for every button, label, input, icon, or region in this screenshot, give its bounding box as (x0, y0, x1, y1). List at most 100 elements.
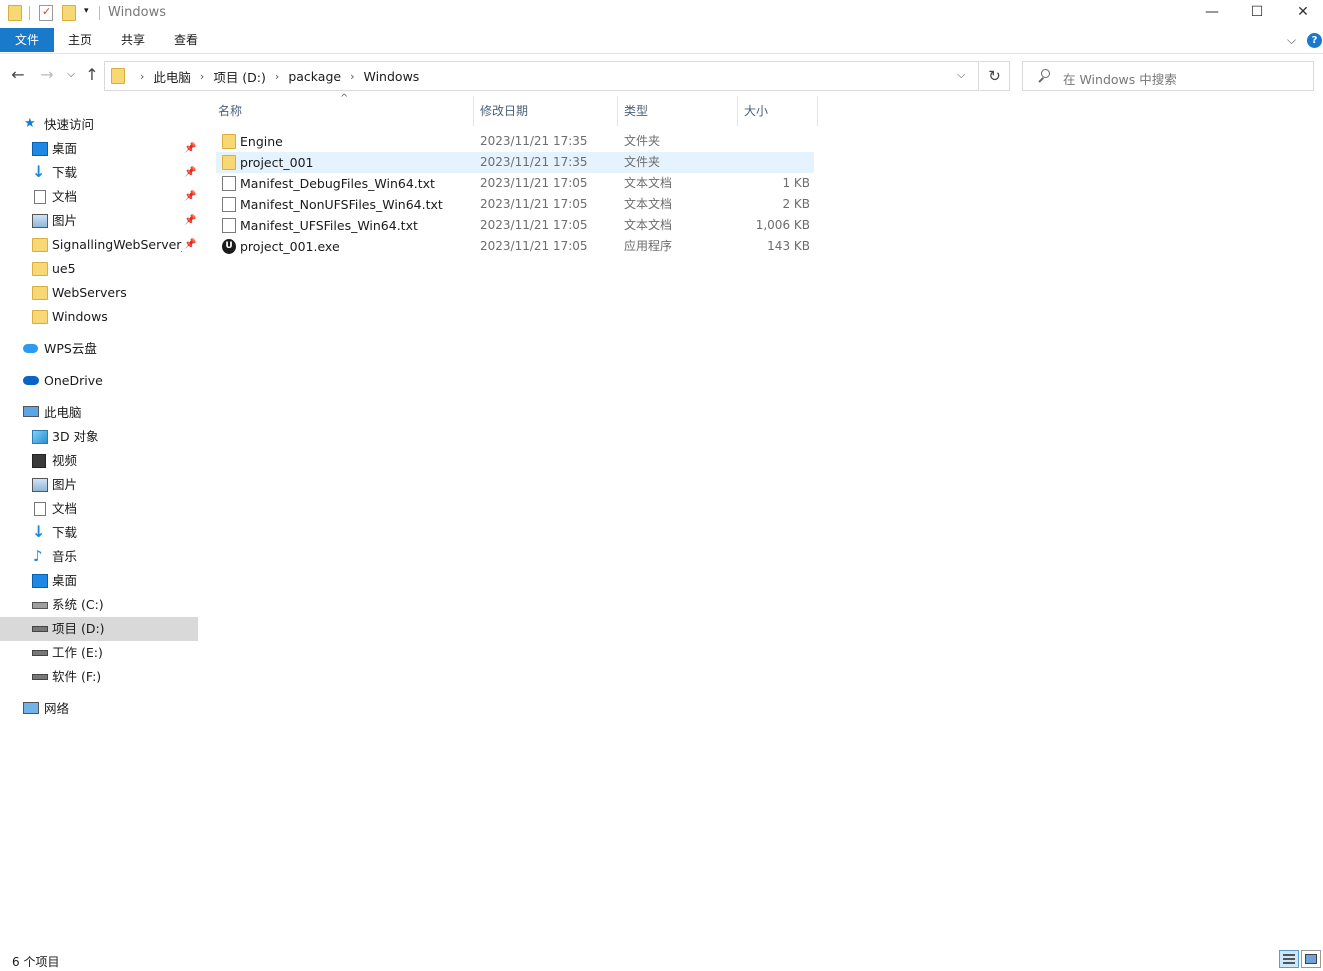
large-icons-view-button[interactable] (1301, 950, 1321, 968)
chevron-right-icon[interactable]: › (275, 70, 279, 83)
star-icon: ★ (24, 116, 36, 131)
help-icon[interactable]: ? (1307, 33, 1322, 48)
file-row[interactable]: Manifest_UFSFiles_Win64.txt 2023/11/21 1… (216, 215, 814, 236)
nav-quick-access[interactable]: ★ 快速访问 (0, 113, 198, 137)
close-button[interactable]: ✕ (1280, 0, 1323, 26)
nav-quick-pictures[interactable]: 图片 📌 (0, 209, 198, 233)
back-button[interactable]: ← (8, 64, 28, 86)
nav-drive-e[interactable]: 工作 (E:) (0, 641, 198, 665)
file-modified: 2023/11/21 17:05 (480, 197, 588, 211)
nav-quick-signalling[interactable]: SignallingWebServer_0 📌 (0, 233, 198, 257)
nav-quick-documents[interactable]: 文档 📌 (0, 185, 198, 209)
nav-quick-windows[interactable]: Windows (0, 305, 198, 329)
tab-share[interactable]: 共享 (121, 28, 145, 52)
file-type: 文本文档 (624, 176, 673, 190)
nav-videos[interactable]: 视频 (0, 449, 198, 473)
nav-network[interactable]: 网络 (0, 697, 198, 721)
pin-icon[interactable]: 📌 (184, 185, 196, 209)
nav-quick-downloads[interactable]: ↓ 下载 📌 (0, 161, 198, 185)
details-view-button[interactable] (1279, 950, 1299, 968)
address-dropdown-button[interactable]: ⌵ (957, 68, 965, 82)
file-row[interactable]: Engine 2023/11/21 17:35 文件夹 (216, 131, 814, 152)
nav-label: 下载 (52, 165, 78, 180)
nav-label: SignallingWebServer_0 (52, 237, 182, 252)
nav-quick-webservers[interactable]: WebServers (0, 281, 198, 305)
tab-home[interactable]: 主页 (68, 28, 92, 52)
pin-icon[interactable]: 📌 (184, 209, 196, 233)
search-box[interactable]: 在 Windows 中搜索 (1022, 61, 1314, 91)
nav-wps-cloud[interactable]: WPS云盘 (0, 337, 198, 361)
download-icon: ↓ (32, 522, 46, 541)
network-icon (23, 702, 39, 714)
forward-button[interactable]: → (37, 64, 57, 86)
customize-toolbar-icon[interactable]: ▾ (84, 6, 89, 16)
unreal-exe-icon: U (222, 239, 236, 254)
column-header-name[interactable]: 名称 (210, 96, 474, 126)
nav-desktop[interactable]: 桌面 (0, 569, 198, 593)
up-button[interactable]: ↑ (82, 64, 102, 86)
pin-icon[interactable]: 📌 (184, 161, 196, 185)
file-row[interactable]: Manifest_NonUFSFiles_Win64.txt 2023/11/2… (216, 194, 814, 215)
file-name: project_001.exe (240, 239, 340, 254)
desktop-icon (32, 142, 48, 156)
nav-this-pc[interactable]: 此电脑 (0, 401, 198, 425)
file-modified: 2023/11/21 17:05 (480, 176, 588, 190)
maximize-button[interactable]: ☐ (1234, 0, 1280, 26)
search-placeholder: 在 Windows 中搜索 (1063, 72, 1177, 87)
nav-downloads[interactable]: ↓ 下载 (0, 521, 198, 545)
nav-quick-ue5[interactable]: ue5 (0, 257, 198, 281)
nav-onedrive[interactable]: OneDrive (0, 369, 198, 393)
column-header-modified[interactable]: 修改日期 (472, 96, 618, 126)
properties-icon[interactable]: ✓ (39, 5, 53, 21)
recent-locations-button[interactable]: ⌵ (61, 64, 81, 86)
nav-label: 快速访问 (44, 117, 95, 132)
tab-view[interactable]: 查看 (174, 28, 198, 52)
file-size: 1 KB (782, 176, 810, 190)
nav-pictures[interactable]: 图片 (0, 473, 198, 497)
nav-label: 文档 (52, 501, 78, 516)
file-row[interactable]: Manifest_DebugFiles_Win64.txt 2023/11/21… (216, 173, 814, 194)
title-bar: ✓ ▾ Windows — ☐ ✕ (0, 0, 1323, 28)
drive-icon (32, 626, 48, 632)
nav-drive-d[interactable]: 项目 (D:) (0, 617, 198, 641)
minimize-button[interactable]: — (1189, 0, 1235, 26)
chevron-right-icon[interactable]: › (350, 70, 354, 83)
item-count: 6 个项目 (12, 955, 60, 969)
file-row[interactable]: U project_001.exe 2023/11/21 17:05 应用程序 … (216, 236, 814, 257)
nav-drive-c[interactable]: 系统 (C:) (0, 593, 198, 617)
system-drive-icon (32, 602, 48, 609)
chevron-right-icon[interactable]: › (200, 70, 204, 83)
folder-icon (32, 262, 48, 276)
nav-quick-desktop[interactable]: 桌面 📌 (0, 137, 198, 161)
video-icon (32, 454, 46, 468)
nav-drive-f[interactable]: 软件 (F:) (0, 665, 198, 689)
ribbon-tabs: 文件 主页 共享 查看 ⌵ ? (0, 28, 1323, 54)
chevron-right-icon[interactable]: › (140, 70, 144, 83)
nav-3d-objects[interactable]: 3D 对象 (0, 425, 198, 449)
crumb-drive-d[interactable]: 项目 (D:) (213, 67, 266, 86)
file-row[interactable]: project_001 2023/11/21 17:35 文件夹 (216, 152, 814, 173)
expand-ribbon-button[interactable]: ⌵ (1287, 28, 1296, 52)
pin-icon[interactable]: 📌 (184, 233, 196, 257)
new-folder-icon[interactable] (62, 5, 76, 21)
refresh-button[interactable]: ↻ (980, 61, 1010, 91)
address-bar[interactable]: › 此电脑 › 项目 (D:) › package › Windows ⌵ (104, 61, 979, 91)
file-type: 文件夹 (624, 155, 661, 169)
nav-music[interactable]: ♪ 音乐 (0, 545, 198, 569)
crumb-package[interactable]: package (288, 69, 341, 84)
pictures-icon (32, 214, 48, 228)
nav-documents[interactable]: 文档 (0, 497, 198, 521)
file-modified: 2023/11/21 17:05 (480, 239, 588, 253)
pin-icon[interactable]: 📌 (184, 137, 196, 161)
column-header-size[interactable]: 大小 (736, 96, 818, 126)
nav-label: 桌面 (52, 573, 78, 588)
crumb-windows[interactable]: Windows (364, 69, 420, 84)
drive-icon (32, 674, 48, 680)
breadcrumb: › 此电脑 › 项目 (D:) › package › Windows (131, 62, 419, 90)
folder-icon (32, 238, 48, 252)
tab-file[interactable]: 文件 (0, 28, 54, 52)
nav-label: 图片 (52, 477, 78, 492)
column-header-type[interactable]: 类型 (616, 96, 738, 126)
crumb-this-pc[interactable]: 此电脑 (153, 67, 191, 86)
cube-icon (32, 430, 48, 444)
